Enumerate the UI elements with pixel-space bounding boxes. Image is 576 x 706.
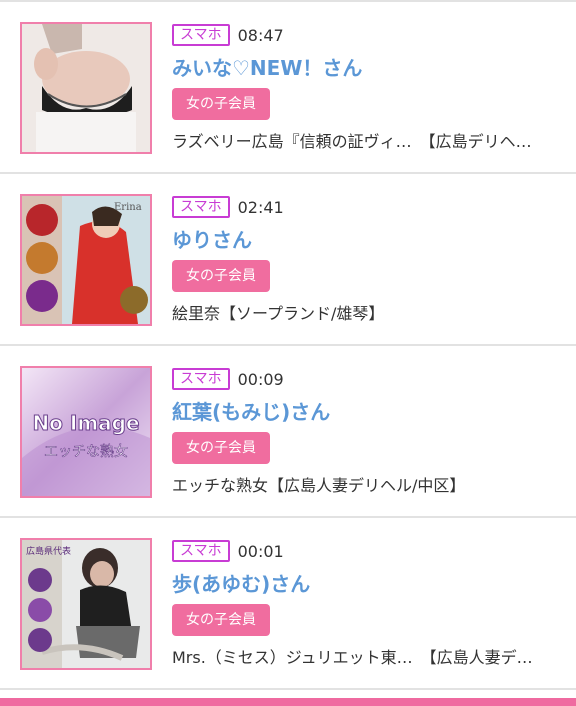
thumb-logo-subtext: エッチな熟女 [44, 443, 128, 460]
device-badge: スマホ [172, 196, 230, 218]
entry-meta: スマホ 08:47 みいな♡NEW！さん 女の子会員 ラズベリー広島『信頼の証ヴ… [172, 22, 576, 152]
entry-meta: スマホ 02:41 ゆりさん 女の子会員 絵里奈【ソープランド/雄琴】 [172, 194, 576, 324]
list-item[interactable]: 広島県代表 スマホ 00:01 歩(あゆむ)さん 女の子会員 Mrs.（ミセス）… [0, 518, 576, 690]
shop-name: エッチな熟女【広島人妻デリヘル/中区】 [172, 476, 466, 495]
member-badge: 女の子会員 [172, 604, 270, 636]
member-badge: 女の子会員 [172, 88, 270, 120]
shop-name: 絵里奈【ソープランド/雄琴】 [172, 304, 385, 323]
timestamp: 00:01 [237, 541, 284, 561]
device-badge: スマホ [172, 24, 230, 46]
shop-name: ラズベリー広島『信頼の証ヴィ… 【広島デリヘ… [172, 132, 532, 151]
no-image-placeholder: No Image エッチな熟女 [22, 368, 150, 496]
device-badge: スマホ [172, 368, 230, 390]
timestamp: 00:09 [237, 369, 284, 389]
timestamp: 08:47 [237, 25, 284, 45]
thumb-logo-text: No Image [32, 411, 139, 435]
profile-thumbnail[interactable] [20, 22, 152, 154]
list-item[interactable]: スマホ 08:47 みいな♡NEW！さん 女の子会員 ラズベリー広島『信頼の証ヴ… [0, 2, 576, 174]
thumb-logo-text: Erina [114, 202, 142, 213]
user-name-link[interactable]: みいな♡NEW！さん [172, 54, 576, 82]
user-name-link[interactable]: ゆりさん [172, 226, 576, 254]
thumb-logo-text: 広島県代表 [26, 545, 71, 557]
photo-image: Erina [22, 196, 150, 324]
member-badge: 女の子会員 [172, 432, 270, 464]
shop-name: Mrs.（ミセス）ジュリエット東… 【広島人妻デ… [172, 648, 533, 667]
entry-meta: スマホ 00:09 紅葉(もみじ)さん 女の子会員 エッチな熟女【広島人妻デリヘ… [172, 366, 576, 496]
user-name-link[interactable]: 歩(あゆむ)さん [172, 570, 576, 598]
member-badge: 女の子会員 [172, 260, 270, 292]
photo-image [22, 24, 150, 152]
profile-thumbnail[interactable]: Erina [20, 194, 152, 326]
timestamp: 02:41 [237, 197, 284, 217]
list-item[interactable]: Erina スマホ 02:41 ゆりさん 女の子会員 絵里奈【ソープランド/雄琴… [0, 174, 576, 346]
list-item[interactable]: No Image エッチな熟女 スマホ 00:09 紅葉(もみじ)さん 女の子会… [0, 346, 576, 518]
profile-thumbnail[interactable]: No Image エッチな熟女 [20, 366, 152, 498]
photo-image: 広島県代表 [22, 540, 150, 668]
message-list: スマホ 08:47 みいな♡NEW！さん 女の子会員 ラズベリー広島『信頼の証ヴ… [0, 0, 576, 690]
device-badge: スマホ [172, 540, 230, 562]
entry-meta: スマホ 00:01 歩(あゆむ)さん 女の子会員 Mrs.（ミセス）ジュリエット… [172, 538, 576, 668]
profile-thumbnail[interactable]: 広島県代表 [20, 538, 152, 670]
bottom-accent-bar [0, 698, 576, 706]
user-name-link[interactable]: 紅葉(もみじ)さん [172, 398, 576, 426]
